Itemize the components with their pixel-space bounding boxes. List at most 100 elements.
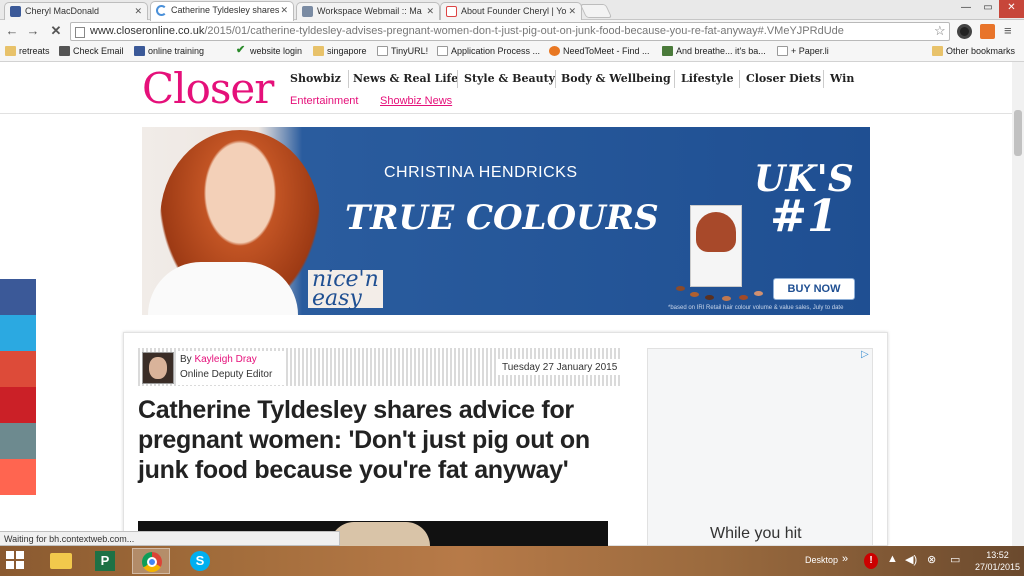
author-byline: By Kayleigh Dray (180, 354, 257, 365)
bookmark-retreats[interactable]: retreats (5, 46, 50, 56)
window-close-button[interactable]: ✕ (999, 0, 1024, 18)
pinterest-share-button[interactable] (0, 387, 36, 423)
back-button[interactable]: ← (4, 23, 20, 39)
windows-logo-pane (16, 551, 24, 559)
author-role: Online Deputy Editor (180, 369, 273, 380)
tab-label: About Founder Cheryl | Yo (461, 6, 567, 16)
keyboard-icon[interactable]: ▭ (950, 553, 960, 566)
publisher-icon: P (95, 551, 115, 571)
nav-news-real-life[interactable]: News & Real Life (353, 72, 458, 85)
close-icon[interactable]: ✕ (134, 6, 142, 17)
bookmark-needtomeet[interactable]: NeedToMeet - Find ... (549, 46, 650, 56)
close-icon[interactable]: ✕ (426, 6, 434, 17)
alert-icon[interactable]: ! (864, 553, 878, 569)
tab-label: Workspace Webmail :: Ma (317, 6, 422, 16)
chevron-icon[interactable]: » (842, 553, 848, 565)
bookmark-label: website login (250, 46, 303, 56)
close-icon[interactable]: ✕ (280, 5, 288, 16)
page-icon (662, 46, 673, 56)
bookmark-check-email[interactable]: Check Email (59, 46, 124, 56)
nav-lifestyle[interactable]: Lifestyle (681, 72, 734, 85)
nav-showbiz[interactable]: Showbiz (290, 72, 341, 85)
tab-catherine-tyldesley[interactable]: Catherine Tyldesley shares ✕ (150, 1, 294, 21)
twitter-share-button[interactable] (0, 315, 36, 351)
minimize-button[interactable]: — (955, 0, 977, 18)
facebook-share-button[interactable] (0, 279, 36, 315)
ad-swatch (739, 295, 748, 300)
subnav-entertainment[interactable]: Entertainment (290, 95, 358, 107)
google-plus-share-button[interactable] (0, 351, 36, 387)
side-ad-text: While you hit (710, 525, 802, 542)
extension-orange-icon[interactable] (980, 24, 995, 39)
taskbar-chrome[interactable] (132, 548, 170, 574)
site-logo[interactable]: Closer (142, 66, 274, 112)
url-text[interactable]: www.closeronline.co.uk/2015/01/catherine… (90, 25, 844, 37)
bookmark-paperli[interactable]: + Paper.li (777, 46, 829, 56)
taskbar-clock[interactable]: 13:52 27/01/2015 (975, 549, 1020, 573)
bookmark-other[interactable]: Other bookmarks (932, 46, 1015, 56)
ad-title: TRUE COLOURS (345, 198, 659, 238)
side-ad[interactable] (647, 348, 873, 546)
bookmark-tinyurl[interactable]: TinyURL! (377, 46, 428, 56)
maximize-button[interactable]: ▭ (977, 0, 999, 18)
close-icon[interactable]: ✕ (568, 6, 576, 17)
clock-date: 27/01/2015 (975, 562, 1021, 572)
chrome-icon (142, 552, 162, 572)
scrollbar-thumb[interactable] (1014, 110, 1022, 156)
ad-claim: UK'S #1 (754, 160, 854, 239)
tab-cheryl-macdonald[interactable]: Cheryl MacDonald ✕ (4, 2, 148, 20)
page-icon (777, 46, 788, 56)
tab-label: Cheryl MacDonald (25, 6, 100, 16)
bookmark-singapore[interactable]: singapore (313, 46, 367, 56)
article-image-subject (330, 522, 430, 546)
nav-closer-diets[interactable]: Closer Diets (746, 72, 821, 85)
clock-time: 13:52 (986, 550, 1009, 560)
bookmark-label: And breathe... it's ba... (676, 46, 766, 56)
bookmark-application-process[interactable]: Application Process ... (437, 46, 540, 56)
nav-body-wellbeing[interactable]: Body & Wellbeing (561, 72, 671, 85)
nav-divider (823, 70, 824, 88)
desktop-toolbar-label[interactable]: Desktop (805, 555, 838, 565)
windows-logo-pane (6, 561, 14, 569)
taskbar-skype[interactable]: S (181, 548, 219, 574)
buy-now-button[interactable]: BUY NOW (773, 278, 855, 300)
email-share-button[interactable] (0, 423, 36, 459)
forward-button[interactable]: → (25, 23, 41, 39)
tab-label: Catherine Tyldesley shares (171, 5, 280, 15)
by-prefix: By (180, 354, 195, 365)
author-link[interactable]: Kayleigh Dray (194, 354, 256, 365)
ad-swatch (754, 291, 763, 296)
menu-icon[interactable]: ≡ (1004, 23, 1012, 38)
more-share-button[interactable] (0, 459, 36, 495)
bookmark-and-breathe[interactable]: And breathe... it's ba... (662, 46, 766, 56)
ad-swatch (690, 292, 699, 297)
tray-up-arrow-icon[interactable]: ▲ (887, 553, 898, 565)
tab-workspace-webmail[interactable]: Workspace Webmail :: Ma ✕ (296, 2, 440, 20)
loading-icon (156, 5, 167, 16)
adchoices-icon[interactable]: ▷ (861, 349, 869, 360)
mail-icon (59, 46, 70, 56)
extension-icon[interactable] (957, 24, 972, 39)
url-host: www.closeronline.co.uk (90, 25, 205, 37)
bookmark-label: Application Process ... (451, 46, 541, 56)
stop-button[interactable]: ✕ (48, 23, 64, 39)
tab-about-founder[interactable]: About Founder Cheryl | Yo ✕ (440, 2, 582, 20)
bookmark-online-training[interactable]: online training (134, 46, 204, 56)
ad-swatch (676, 286, 685, 291)
star-icon[interactable]: ☆ (934, 23, 946, 39)
volume-icon[interactable]: ◀) (905, 553, 917, 566)
page-icon (75, 27, 85, 38)
nav-style-beauty[interactable]: Style & Beauty (464, 72, 555, 85)
start-button[interactable] (6, 551, 24, 569)
taskbar-publisher[interactable]: P (86, 548, 124, 574)
folder-icon (313, 46, 324, 56)
folder-icon (50, 553, 72, 569)
nav-divider (348, 70, 349, 88)
network-icon[interactable]: ⊗ (927, 553, 936, 566)
subnav-showbiz-news[interactable]: Showbiz News (380, 95, 452, 107)
page-icon (377, 46, 388, 56)
bookmark-website-login[interactable]: ✔ website login (236, 45, 303, 57)
taskbar-explorer[interactable] (41, 548, 79, 574)
gmail-icon (446, 6, 457, 17)
nav-win[interactable]: Win (830, 72, 854, 85)
